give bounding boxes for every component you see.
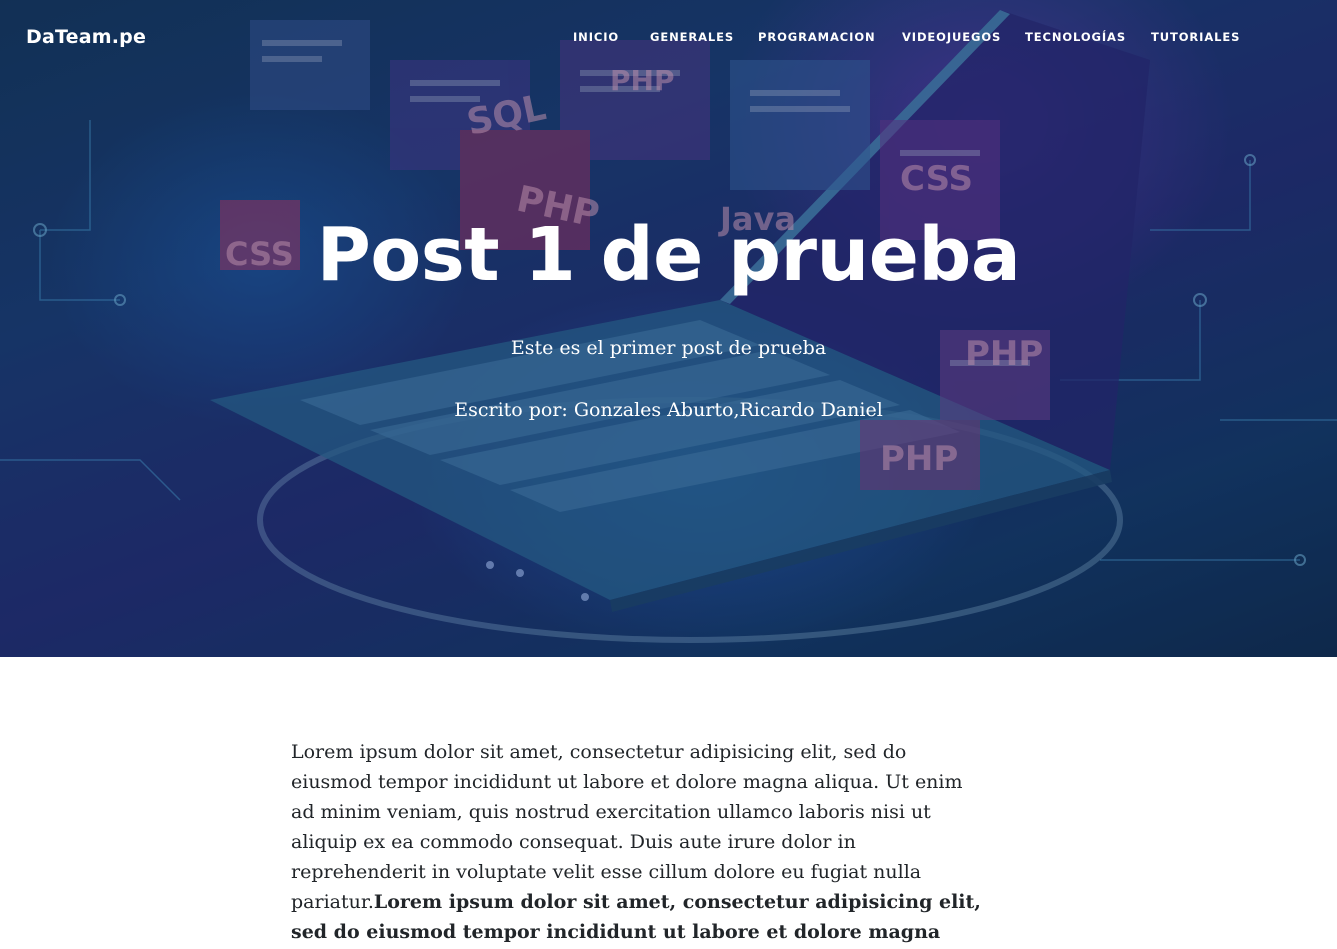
- hero-overlay: [0, 0, 1337, 657]
- nav-link-generales[interactable]: GENERALES: [650, 30, 734, 44]
- nav-links: INICIO GENERALES PROGRAMACION VIDEOJUEGO…: [0, 30, 1337, 50]
- hero-header: SQL PHP CSS CSS Java PHP PHP PHP: [0, 0, 1337, 657]
- post-meta-author: Escrito por: Gonzales Aburto,Ricardo Dan…: [454, 399, 883, 421]
- article-paragraph: Lorem ipsum dolor sit amet, consectetur …: [291, 737, 991, 949]
- nav-link-tutoriales[interactable]: TUTORIALES: [1151, 30, 1240, 44]
- main-navbar: DaTeam.pe INICIO GENERALES PROGRAMACION …: [0, 0, 1337, 76]
- nav-link-programacion[interactable]: PROGRAMACION: [758, 30, 876, 44]
- post-title: Post 1 de prueba: [316, 212, 1021, 298]
- nav-link-tecnologias[interactable]: TECNOLOGÍAS: [1025, 30, 1126, 44]
- article-text-bold: Lorem ipsum dolor sit amet, consectetur …: [291, 891, 981, 943]
- post-subtitle: Este es el primer post de prueba: [510, 337, 827, 359]
- nav-link-inicio[interactable]: INICIO: [573, 30, 619, 44]
- nav-link-videojuegos[interactable]: VIDEOJUEGOS: [902, 30, 1001, 44]
- post-article: Lorem ipsum dolor sit amet, consectetur …: [291, 737, 991, 949]
- article-text-regular: Lorem ipsum dolor sit amet, consectetur …: [291, 741, 963, 913]
